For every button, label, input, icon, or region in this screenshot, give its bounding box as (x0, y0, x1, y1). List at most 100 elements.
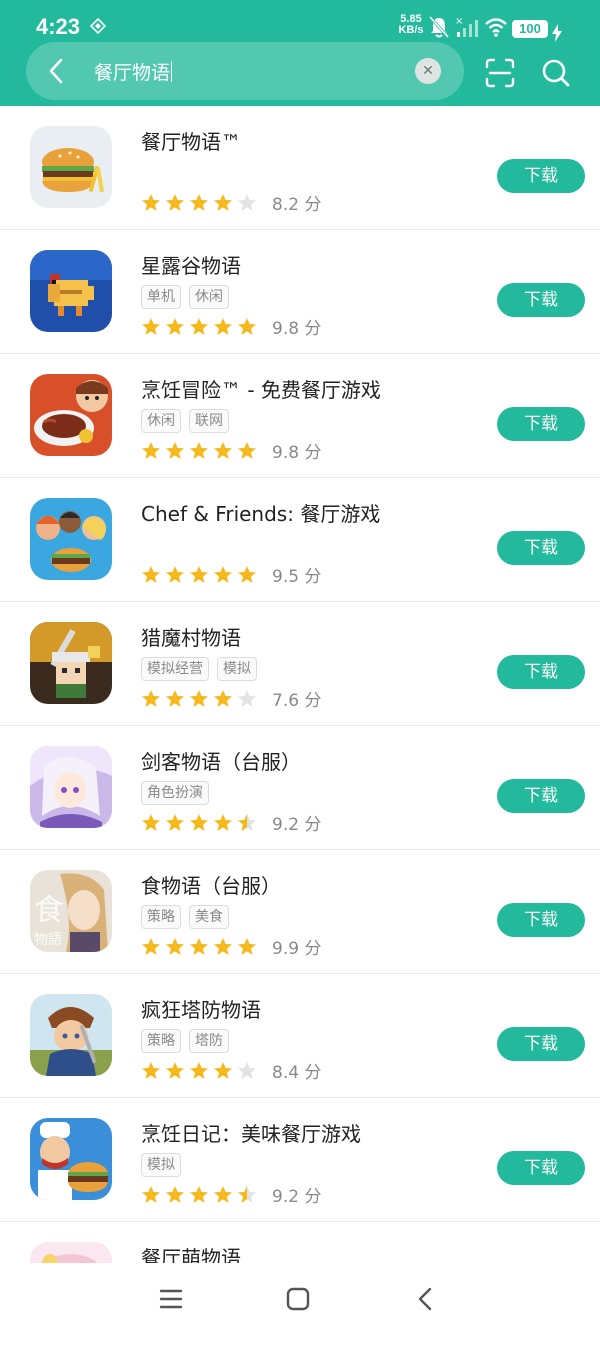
svg-text:食: 食 (34, 893, 64, 928)
app-icon[interactable] (30, 374, 112, 456)
net-speed-unit: KB/s (398, 24, 424, 36)
app-name[interactable]: 餐厅物语™ (141, 126, 241, 155)
rating-score: 8.2 分 (272, 195, 322, 215)
app-icon[interactable] (30, 126, 112, 208)
status-bar: 4:23 5.85 KB/s × 100 (0, 0, 600, 42)
star-full-icon (214, 193, 232, 211)
list-item[interactable]: 烹饪冒险™ - 免费餐厅游戏 休闲 联网 9.8 分 下载 (0, 354, 600, 478)
search-input[interactable]: 餐厅物语 (94, 58, 173, 85)
tag[interactable]: 角色扮演 (141, 781, 209, 805)
tag[interactable]: 休闲 (189, 285, 229, 309)
star-full-icon (142, 193, 160, 211)
app-icon[interactable] (30, 1118, 112, 1200)
menu-icon[interactable] (157, 1285, 185, 1313)
app-name[interactable]: 烹饪冒险™ - 免费餐厅游戏 (141, 374, 381, 403)
star-full-icon (190, 1061, 208, 1079)
star-full-icon (142, 813, 160, 831)
star-half-icon (238, 813, 256, 831)
star-full-icon (214, 441, 232, 459)
download-button[interactable]: 下载 (497, 779, 585, 813)
list-item[interactable]: 烹饪日记：美味餐厅游戏 模拟 9.2 分 下载 (0, 1098, 600, 1222)
star-full-icon (238, 317, 256, 335)
tag[interactable]: 塔防 (189, 1029, 229, 1053)
star-full-icon (190, 565, 208, 583)
tag-list: 策略 美食 (141, 905, 229, 929)
star-full-icon (190, 317, 208, 335)
tag[interactable]: 美食 (189, 905, 229, 929)
star-full-icon (166, 1185, 184, 1203)
star-full-icon (166, 937, 184, 955)
list-item[interactable]: 食 物語 食物语（台服） 策略 美食 9.9 分 下载 (0, 850, 600, 974)
net-speed: 5.85 KB/s (392, 14, 430, 36)
rating: 8.4 分 (141, 1058, 321, 1083)
list-item[interactable]: 猎魔村物语 模拟经营 模拟 7.6 分 下载 (0, 602, 600, 726)
star-full-icon (166, 317, 184, 335)
list-item[interactable]: 剑客物语（台服） 角色扮演 9.2 分 下载 (0, 726, 600, 850)
star-full-icon (190, 689, 208, 707)
tag[interactable]: 模拟 (141, 1153, 181, 1177)
app-name[interactable]: 食物语（台服） (141, 870, 281, 899)
app-icon[interactable] (30, 498, 112, 580)
rating-score: 9.9 分 (272, 939, 322, 959)
tag[interactable]: 联网 (189, 409, 229, 433)
app-icon[interactable] (30, 622, 112, 704)
rating: 9.9 分 (141, 934, 321, 959)
download-button[interactable]: 下载 (497, 903, 585, 937)
tag-list: 角色扮演 (141, 781, 209, 805)
app-name[interactable]: 烹饪日记：美味餐厅游戏 (141, 1118, 361, 1147)
app-icon[interactable]: 食 物語 (30, 870, 112, 952)
star-full-icon (190, 937, 208, 955)
tag[interactable]: 模拟经营 (141, 657, 209, 681)
rating: 8.2 分 (141, 190, 321, 215)
star-full-icon (190, 1185, 208, 1203)
app-name[interactable]: 星露谷物语 (141, 250, 241, 279)
download-button[interactable]: 下载 (497, 283, 585, 317)
rating-score: 9.2 分 (272, 1187, 322, 1207)
download-button[interactable]: 下载 (497, 531, 585, 565)
tag[interactable]: 单机 (141, 285, 181, 309)
app-icon[interactable] (30, 250, 112, 332)
tag[interactable]: 策略 (141, 905, 181, 929)
rating-score: 9.2 分 (272, 815, 322, 835)
search-bar[interactable]: 餐厅物语 ✕ (26, 42, 464, 100)
list-item[interactable]: Chef & Friends: 餐厅游戏 9.5 分 下载 (0, 478, 600, 602)
star-full-icon (142, 689, 160, 707)
rating: 9.2 分 (141, 810, 321, 835)
rating: 9.8 分 (141, 314, 321, 339)
tag[interactable]: 休闲 (141, 409, 181, 433)
star-full-icon (166, 689, 184, 707)
app-name[interactable]: 剑客物语（台服） (141, 746, 301, 775)
app-icon[interactable] (30, 994, 112, 1076)
star-half-icon (238, 1185, 256, 1203)
app-name[interactable]: 猎魔村物语 (141, 622, 241, 651)
star-full-icon (214, 813, 232, 831)
star-full-icon (190, 193, 208, 211)
app-icon[interactable] (30, 746, 112, 828)
star-full-icon (190, 441, 208, 459)
back-arrow-icon[interactable] (44, 57, 70, 85)
rating: 7.6 分 (141, 686, 321, 711)
tag[interactable]: 策略 (141, 1029, 181, 1053)
search-icon[interactable] (540, 57, 572, 89)
download-button[interactable]: 下载 (497, 407, 585, 441)
download-button[interactable]: 下载 (497, 159, 585, 193)
star-full-icon (166, 813, 184, 831)
scan-icon[interactable] (484, 57, 516, 89)
app-name[interactable]: Chef & Friends: 餐厅游戏 (141, 498, 380, 527)
clear-search-button[interactable]: ✕ (415, 58, 441, 84)
download-button[interactable]: 下载 (497, 655, 585, 689)
home-icon[interactable] (284, 1285, 312, 1313)
charging-bolt-icon (552, 24, 562, 42)
star-full-icon (142, 1185, 160, 1203)
list-item[interactable]: 疯狂塔防物语 策略 塔防 8.4 分 下载 (0, 974, 600, 1098)
list-item[interactable]: 星露谷物语 单机 休闲 9.8 分 下载 (0, 230, 600, 354)
download-button[interactable]: 下载 (497, 1027, 585, 1061)
back-icon[interactable] (412, 1285, 440, 1313)
mute-bell-icon (428, 15, 450, 39)
tag-list: 单机 休闲 (141, 285, 229, 309)
tag[interactable]: 模拟 (217, 657, 257, 681)
rating: 9.2 分 (141, 1182, 321, 1207)
download-button[interactable]: 下载 (497, 1151, 585, 1185)
list-item[interactable]: 餐厅物语™ 8.2 分 下载 (0, 106, 600, 230)
app-name[interactable]: 疯狂塔防物语 (141, 994, 261, 1023)
